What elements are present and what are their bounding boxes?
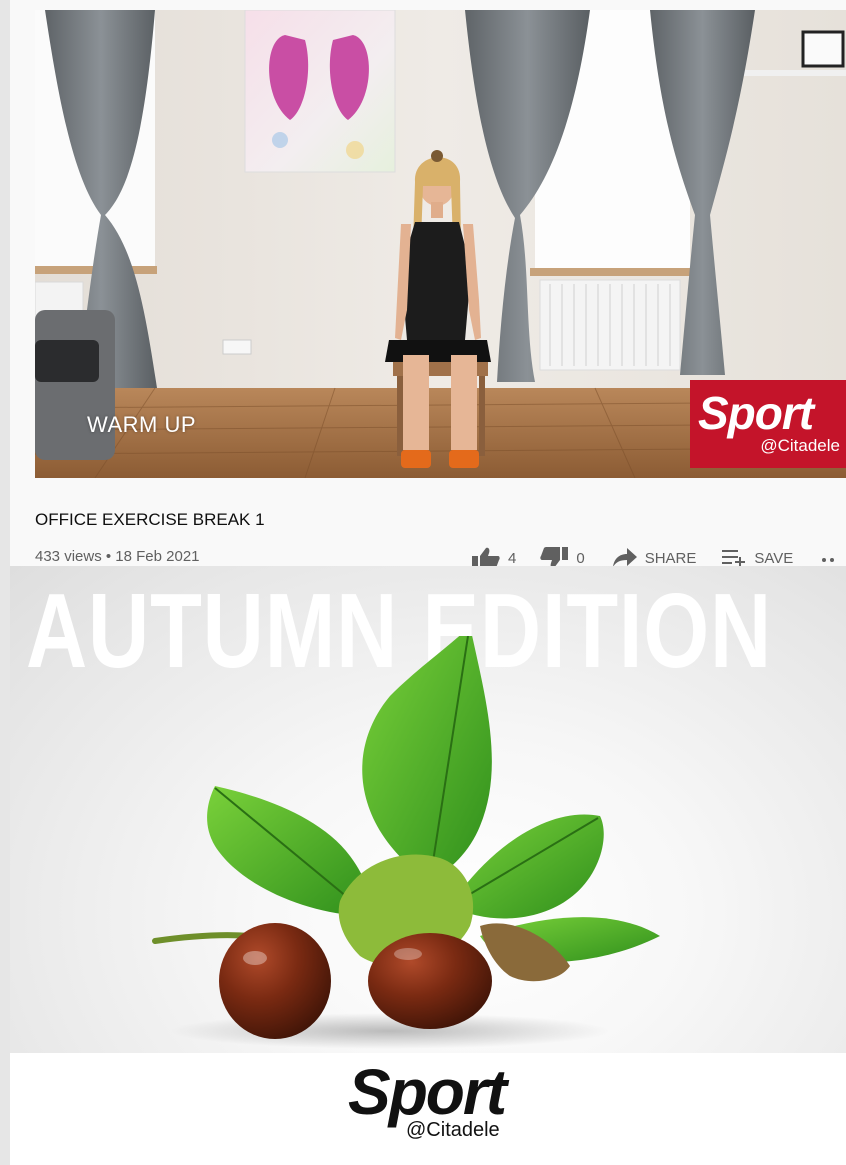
autumn-edition-poster: AUTUMN EDITION Sport @Citadele: [10, 566, 846, 1165]
like-count: 4: [508, 549, 517, 567]
share-icon: [612, 548, 637, 566]
sport-citadele-badge: Sport @Citadele: [690, 380, 846, 468]
badge-word: Sport: [698, 387, 814, 439]
like-button[interactable]: 4: [472, 547, 516, 566]
thumbs-down-icon: [540, 547, 569, 566]
dislike-count: 0: [576, 549, 585, 567]
dislike-button[interactable]: 0: [540, 547, 585, 567]
video-overlay-label: WARM UP: [87, 412, 197, 437]
share-label: SHARE: [644, 549, 697, 567]
badge-sub: @Citadele: [760, 436, 840, 455]
save-label: SAVE: [754, 549, 794, 567]
video-actions: 4 0 SHARE SAVE: [472, 546, 839, 566]
more-icon: [822, 558, 835, 562]
chestnut-leaves-illustration: [152, 636, 660, 1049]
video-panel: WARM UP Sport @Citadele OFFICE EXERCISE …: [10, 0, 846, 566]
more-button[interactable]: [821, 554, 839, 562]
logo-sub: @Citadele: [406, 1119, 500, 1141]
page: WARM UP Sport @Citadele OFFICE EXERCISE …: [0, 0, 846, 1165]
logo-word: Sport: [348, 1056, 507, 1128]
video-title: OFFICE EXERCISE BREAK 1: [35, 510, 265, 529]
save-playlist-icon: [722, 550, 746, 566]
video-player[interactable]: WARM UP Sport @Citadele: [35, 10, 846, 478]
sport-citadele-logo: Sport @Citadele: [10, 1053, 846, 1165]
thumbs-up-icon: [472, 547, 500, 566]
save-button[interactable]: SAVE: [722, 548, 793, 566]
share-button[interactable]: SHARE: [612, 548, 697, 567]
video-meta: 433 views • 18 Feb 2021: [35, 548, 200, 565]
